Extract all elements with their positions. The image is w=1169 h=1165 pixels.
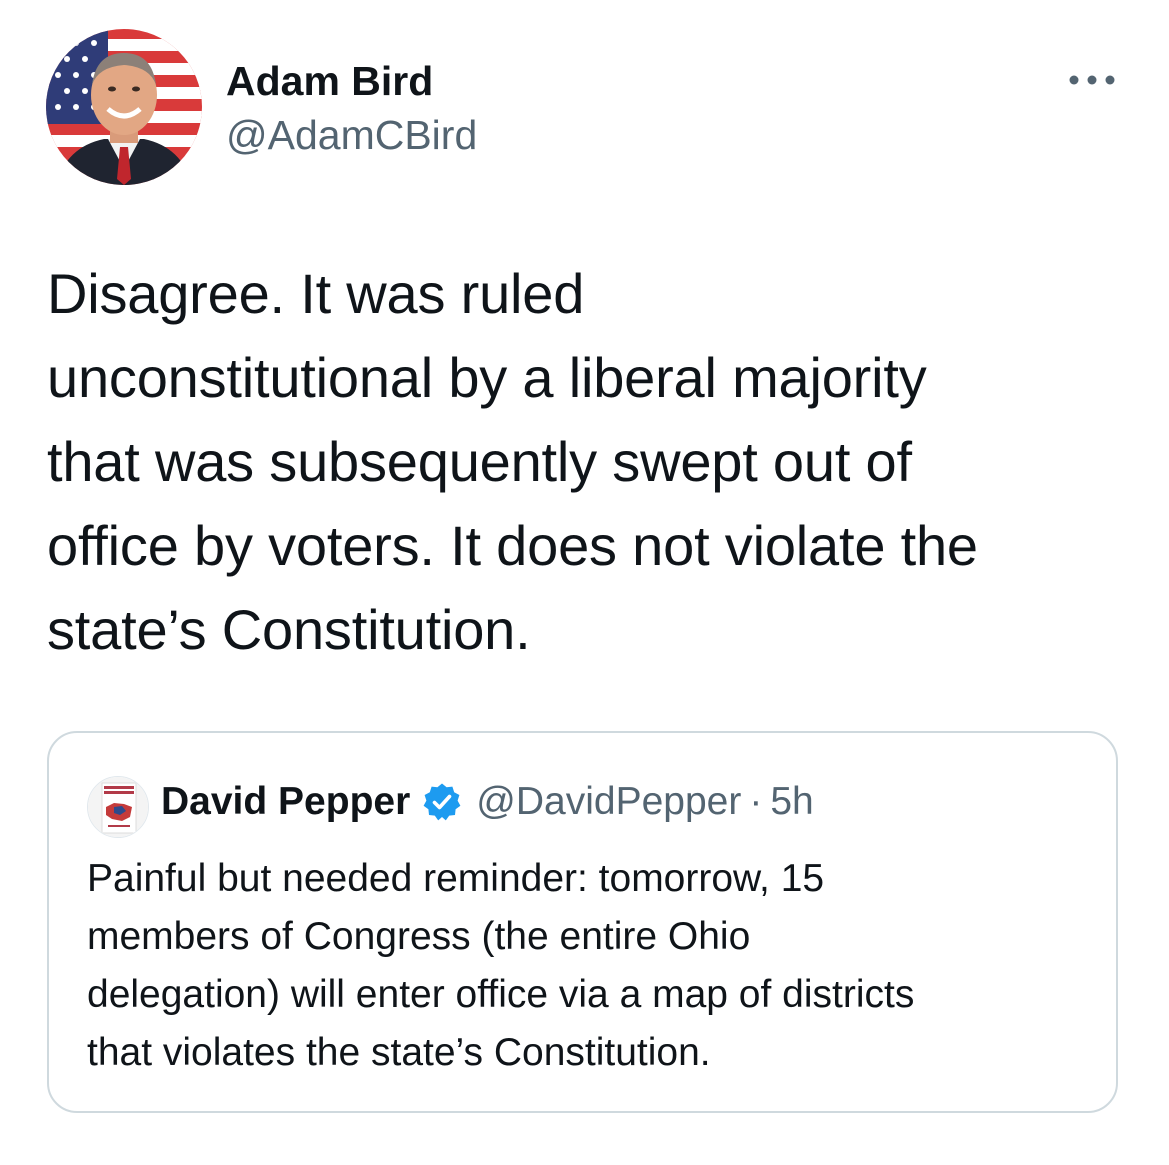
author-handle[interactable]: @AdamCBird — [226, 111, 477, 159]
quoted-tweet-text: Painful but needed reminder: tomorrow, 1… — [87, 857, 915, 1074]
verified-badge-icon — [422, 782, 462, 822]
quoted-author-avatar[interactable] — [87, 776, 149, 838]
quoted-tweet-card[interactable]: David Pepper @DavidPepper · 5h Painful b… — [47, 731, 1118, 1113]
quoted-author-handle[interactable]: @DavidPepper — [476, 780, 741, 824]
quoted-tweet-header: David Pepper @DavidPepper · 5h — [161, 776, 814, 828]
separator-dot: · — [749, 780, 763, 823]
more-horizontal-icon — [1069, 75, 1115, 85]
author-avatar-image — [46, 29, 202, 185]
author-name[interactable]: Adam Bird — [226, 57, 433, 105]
book-cover-avatar-image — [88, 777, 148, 837]
tweet-text: Disagree. It was ruled unconstitutional … — [47, 262, 978, 661]
quoted-author-name[interactable]: David Pepper — [161, 780, 410, 824]
author-avatar[interactable] — [46, 29, 202, 185]
quoted-tweet-timestamp[interactable]: 5h — [770, 780, 813, 824]
more-options-button[interactable] — [1064, 62, 1120, 98]
